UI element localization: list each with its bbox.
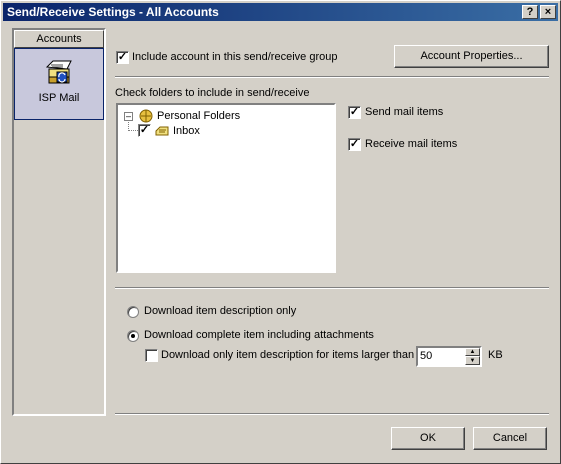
spin-up-icon: ▲ [469, 349, 476, 355]
send-receive-settings-dialog: Send/Receive Settings - All Accounts ? ×… [0, 0, 561, 464]
close-button[interactable]: × [540, 5, 556, 19]
download-limit-label: Download only item description for items… [161, 349, 415, 361]
ok-button[interactable]: OK [391, 427, 465, 450]
folders-section-label: Check folders to include in send/receive [115, 87, 310, 99]
mail-account-icon [45, 60, 72, 84]
spin-down-button[interactable]: ▼ [465, 356, 480, 365]
spin-down-icon: ▼ [469, 358, 476, 364]
download-limit-spinner[interactable]: 50 ▲ ▼ [416, 346, 482, 367]
check-icon: ✓ [117, 51, 128, 63]
inbox-icon [155, 126, 169, 136]
close-icon: × [544, 6, 552, 18]
personal-folders-icon [139, 109, 153, 123]
title-bar: Send/Receive Settings - All Accounts ? × [3, 3, 558, 21]
download-complete-item-radio[interactable] [127, 330, 139, 342]
accounts-header-label: Accounts [36, 33, 82, 45]
accounts-list-header: Accounts [14, 30, 104, 48]
cancel-button[interactable]: Cancel [473, 427, 547, 450]
include-account-label: Include account in this send/receive gro… [132, 51, 338, 63]
download-limit-input[interactable]: 50 [420, 350, 432, 362]
tree-line [128, 130, 138, 131]
folder-tree[interactable]: – Personal Folders ✓ Inbox [116, 103, 336, 273]
tree-collapse-toggle[interactable]: – [124, 112, 133, 121]
inbox-checkbox[interactable]: ✓ [138, 124, 151, 137]
radio-selected-dot [131, 334, 135, 338]
separator-bottom [115, 413, 549, 415]
separator-top [115, 76, 549, 78]
account-item-isp-mail[interactable]: ISP Mail [14, 48, 104, 120]
download-limit-checkbox[interactable] [145, 349, 158, 362]
download-complete-item-label: Download complete item including attachm… [144, 329, 374, 341]
help-icon: ? [526, 6, 534, 18]
receive-mail-checkbox[interactable]: ✓ [348, 138, 361, 151]
accounts-list[interactable]: Accounts ISP Mail [12, 28, 106, 416]
tree-item-inbox[interactable]: Inbox [173, 125, 200, 137]
help-button[interactable]: ? [522, 5, 538, 19]
download-description-only-label: Download item description only [144, 305, 297, 317]
separator-middle [115, 287, 549, 289]
receive-mail-label: Receive mail items [365, 138, 458, 150]
account-properties-button[interactable]: Account Properties... [394, 45, 549, 68]
include-account-checkbox[interactable]: ✓ [116, 51, 129, 64]
check-icon: ✓ [349, 138, 360, 150]
send-mail-label: Send mail items [365, 106, 444, 118]
tree-item-personal-folders[interactable]: Personal Folders [157, 110, 240, 122]
window-title: Send/Receive Settings - All Accounts [7, 5, 219, 19]
check-icon: ✓ [139, 124, 150, 136]
check-icon: ✓ [349, 106, 360, 118]
download-description-only-radio[interactable] [127, 306, 139, 318]
download-limit-unit: KB [488, 349, 503, 361]
account-item-label: ISP Mail [38, 92, 80, 104]
spin-up-button[interactable]: ▲ [465, 348, 480, 356]
send-mail-checkbox[interactable]: ✓ [348, 106, 361, 119]
